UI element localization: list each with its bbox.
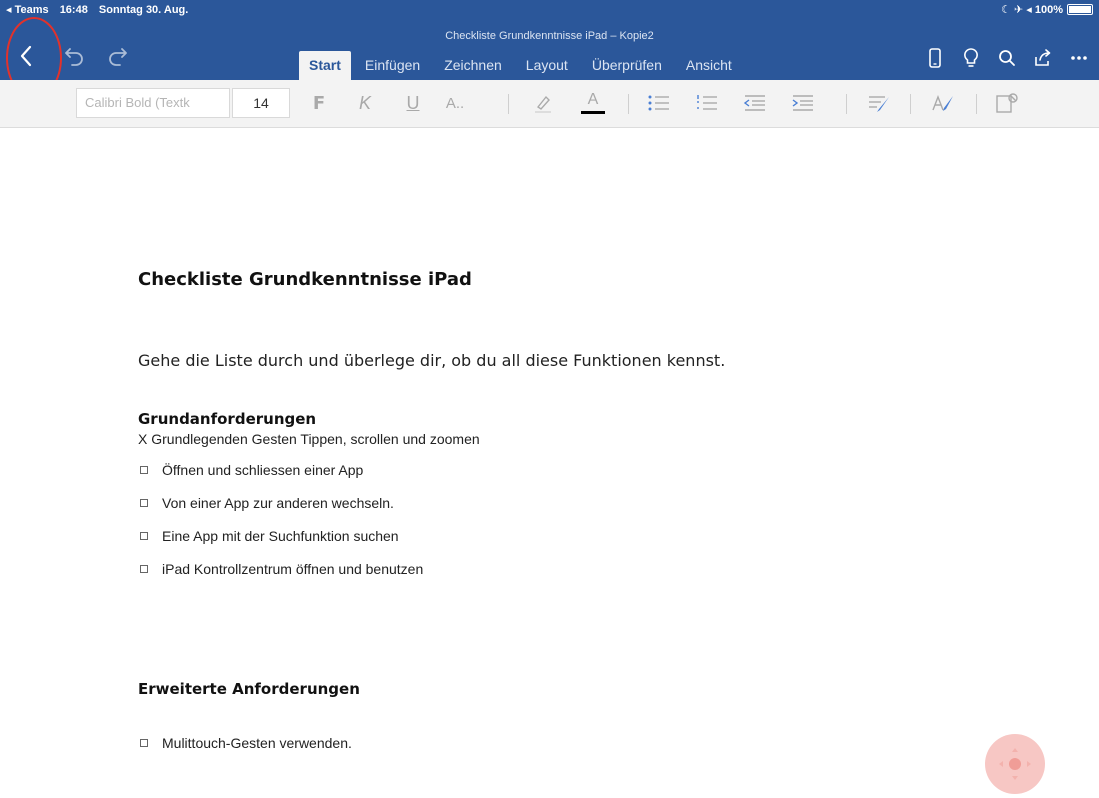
document-intro[interactable]: Gehe die Liste durch und überlege dir, o…	[138, 351, 725, 370]
checkbox-icon[interactable]	[140, 466, 148, 474]
checked-item-line[interactable]: X Grundlegenden Gesten Tippen, scrollen …	[138, 431, 480, 447]
undo-button[interactable]	[58, 40, 90, 72]
checklist-item-label: Eine App mit der Suchfunktion suchen	[162, 528, 399, 544]
styles-button[interactable]	[866, 90, 892, 116]
font-color-letter: A	[587, 91, 599, 108]
font-color-swatch	[581, 111, 605, 114]
bullet-list-icon	[648, 95, 669, 111]
dpad-icon	[999, 748, 1031, 780]
checklist-item[interactable]: Öffnen und schliessen einer App	[140, 462, 363, 478]
phone-icon[interactable]	[923, 46, 947, 70]
chevron-left-icon	[20, 45, 32, 67]
numbered-list-button[interactable]	[694, 90, 720, 116]
section-heading-erweitert[interactable]: Erweiterte Anforderungen	[138, 680, 360, 698]
font-name-field[interactable]: Calibri Bold (Textk	[76, 88, 230, 118]
document-canvas[interactable]: Checkliste Grundkenntnisse iPad Gehe die…	[0, 129, 1099, 798]
increase-indent-button[interactable]	[790, 90, 816, 116]
ribbon-tabs: Start Einfügen Zeichnen Layout Überprüfe…	[299, 50, 746, 80]
redo-button[interactable]	[102, 40, 134, 72]
section-heading-grundanforderungen[interactable]: Grundanforderungen	[138, 410, 316, 428]
font-size-field[interactable]: 14	[232, 88, 290, 118]
status-indicators: ☾ ✈ ◂ 100%	[1001, 4, 1063, 16]
checklist-item[interactable]: Eine App mit der Suchfunktion suchen	[140, 528, 399, 544]
toolbar-divider	[508, 94, 509, 114]
italic-button[interactable]: K	[352, 90, 378, 116]
header-actions	[923, 46, 1091, 70]
app-header: ◂ Teams 16:48 Sonntag 30. Aug. ☾ ✈ ◂ 100…	[0, 0, 1099, 99]
decrease-indent-icon	[743, 95, 765, 111]
tab-zeichnen[interactable]: Zeichnen	[434, 51, 512, 80]
tab-start[interactable]: Start	[299, 51, 351, 80]
document-title: Checkliste Grundkenntnisse iPad – Kopie2	[445, 30, 654, 42]
decrease-indent-button[interactable]	[742, 90, 768, 116]
undo-icon	[65, 48, 83, 66]
checkbox-icon[interactable]	[140, 565, 148, 573]
toolbar-divider	[628, 94, 629, 114]
status-date: Sonntag 30. Aug.	[98, 4, 189, 16]
status-bar: ◂ Teams 16:48 Sonntag 30. Aug. ☾ ✈ ◂ 100…	[0, 0, 1099, 20]
back-to-app-link[interactable]: ◂ Teams	[6, 4, 49, 16]
underline-button[interactable]: U	[400, 90, 426, 116]
back-button[interactable]	[10, 40, 42, 72]
assistive-touch-button[interactable]	[985, 734, 1045, 794]
formatting-toolbar: Calibri Bold (Textk 14 F K U A.. A	[0, 80, 1099, 128]
lightbulb-icon[interactable]	[959, 46, 983, 70]
toolbar-divider	[910, 94, 911, 114]
checklist-item-label: iPad Kontrollzentrum öffnen und benutzen	[162, 561, 424, 577]
checklist-item[interactable]: Von einer App zur anderen wechseln.	[140, 495, 394, 511]
styles-brush-icon	[869, 96, 889, 112]
redo-icon	[109, 48, 127, 66]
bullet-list-button[interactable]	[646, 90, 672, 116]
format-painter-icon	[996, 93, 1018, 113]
increase-indent-icon	[792, 95, 813, 111]
clear-formatting-button[interactable]	[930, 90, 956, 116]
highlight-button[interactable]	[530, 90, 556, 116]
checkbox-icon[interactable]	[140, 739, 148, 747]
battery-icon	[1067, 4, 1093, 15]
toolbar-divider	[846, 94, 847, 114]
checklist-item[interactable]: iPad Kontrollzentrum öffnen und benutzen	[140, 561, 423, 577]
format-painter-button[interactable]	[994, 90, 1020, 116]
font-color-button[interactable]: A	[580, 90, 606, 116]
document-heading[interactable]: Checkliste Grundkenntnisse iPad	[138, 269, 472, 290]
bold-button[interactable]: F	[306, 90, 332, 116]
checkbox-icon[interactable]	[140, 532, 148, 540]
tab-einfuegen[interactable]: Einfügen	[355, 51, 430, 80]
tab-ansicht[interactable]: Ansicht	[676, 51, 742, 80]
checklist-item-label: Öffnen und schliessen einer App	[162, 462, 364, 478]
checkbox-icon[interactable]	[140, 499, 148, 507]
numbered-list-icon	[697, 95, 717, 110]
share-icon[interactable]	[1031, 46, 1055, 70]
checklist-item-label: Mulittouch-Gesten verwenden.	[162, 735, 352, 751]
checklist-item-label: Von einer App zur anderen wechseln.	[162, 495, 394, 511]
clear-formatting-icon	[932, 95, 953, 111]
tab-layout[interactable]: Layout	[516, 51, 578, 80]
highlighter-icon	[535, 95, 551, 113]
status-time: 16:48	[59, 4, 88, 16]
checklist-item[interactable]: Mulittouch-Gesten verwenden.	[140, 735, 352, 751]
search-icon[interactable]	[995, 46, 1019, 70]
font-style-button[interactable]: A..	[442, 90, 468, 116]
more-icon[interactable]	[1067, 46, 1091, 70]
toolbar-divider	[976, 94, 977, 114]
tab-ueberpruefen[interactable]: Überprüfen	[582, 51, 672, 80]
